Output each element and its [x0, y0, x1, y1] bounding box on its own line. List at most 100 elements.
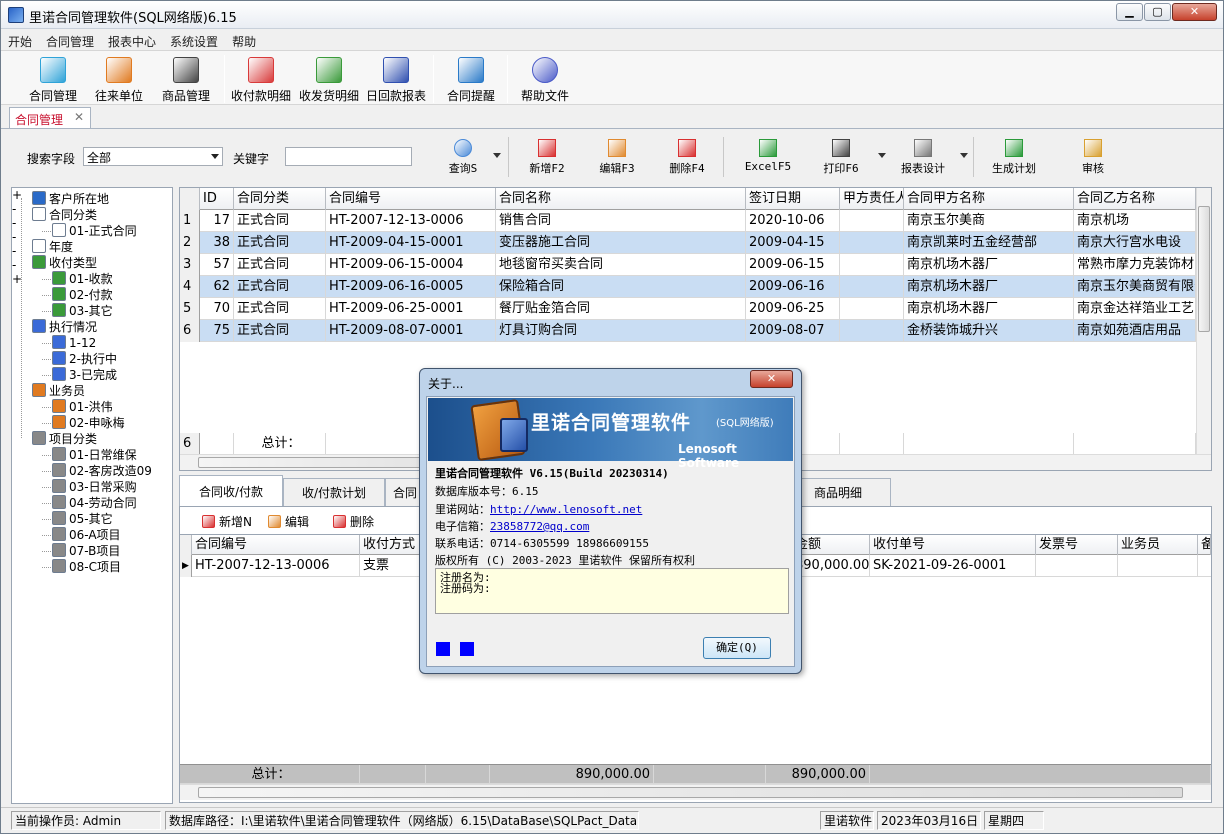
cell-number[interactable]: SK-2021-09-26-0001 — [870, 555, 1036, 577]
cell-name[interactable]: 灯具订购合同 — [496, 320, 746, 342]
tree-node[interactable]: 1-12 — [52, 335, 96, 351]
minimize-button[interactable]: ▁ — [1116, 3, 1143, 21]
add-button[interactable]: 新增F2 — [523, 139, 571, 176]
close-tab-icon[interactable]: ✕ — [74, 110, 84, 124]
delete-button[interactable]: 删除F4 — [663, 139, 711, 176]
horizontal-scrollbar[interactable] — [180, 784, 1211, 800]
tree-node[interactable]: 客户所在地 — [32, 191, 109, 207]
report-design-button[interactable]: 报表设计 — [895, 139, 951, 176]
search-dropdown-icon[interactable] — [493, 153, 501, 158]
column-header-code[interactable]: 合同编号 — [326, 188, 496, 210]
toolbar-contract-button[interactable]: 合同管理 — [19, 55, 87, 104]
cell-code[interactable]: HT-2009-04-15-0001 — [326, 232, 496, 254]
search-button[interactable]: 查询S — [441, 139, 485, 176]
report-design-dropdown-icon[interactable] — [960, 153, 968, 158]
column-header-id[interactable]: ID — [200, 188, 234, 210]
scrollbar-thumb[interactable] — [1198, 206, 1210, 332]
tree-node[interactable]: 合同分类 — [32, 207, 97, 223]
table-row[interactable]: 3 57 正式合同 HT-2009-06-15-0004 地毯窗帘买卖合同 2009-06… — [180, 254, 1196, 276]
cell-type[interactable]: 正式合同 — [234, 298, 326, 320]
column-header-person[interactable]: 甲方责任人 — [840, 188, 904, 210]
toolbar-goods-button[interactable]: 商品管理 — [152, 55, 220, 104]
dialog-close-button[interactable]: ✕ — [750, 370, 793, 388]
tree-node[interactable]: 03-日常采购 — [52, 479, 137, 495]
cell-party_a[interactable]: 南京玉尔美商 — [904, 210, 1074, 232]
tree-node[interactable]: 收付类型 — [32, 255, 97, 271]
cell-party_a[interactable]: 金桥装饰城升兴 — [904, 320, 1074, 342]
tree-node[interactable]: 执行情况 — [32, 319, 97, 335]
cell-id[interactable]: 62 — [200, 276, 234, 298]
tree-node[interactable]: 08-C项目 — [52, 559, 121, 575]
cell-code[interactable]: HT-2009-08-07-0001 — [326, 320, 496, 342]
cell-code[interactable]: HT-2007-12-13-0006 — [192, 555, 360, 577]
menu-contract[interactable]: 合同管理 — [39, 30, 101, 50]
cell-name[interactable]: 餐厅贴金箔合同 — [496, 298, 746, 320]
cell-party_b[interactable]: 南京金达祥箔业工艺品 — [1074, 298, 1196, 320]
print-dropdown-icon[interactable] — [878, 153, 886, 158]
generate-plan-button[interactable]: 生成计划 — [986, 139, 1042, 176]
excel-button[interactable]: ExcelF5 — [739, 139, 797, 173]
tree-node[interactable]: 业务员 — [32, 383, 85, 399]
keyword-input[interactable] — [285, 147, 412, 166]
cell-person[interactable] — [840, 232, 904, 254]
cell-id[interactable]: 57 — [200, 254, 234, 276]
menu-settings[interactable]: 系统设置 — [163, 30, 225, 50]
sub-delete-button[interactable]: 删除 — [333, 513, 374, 530]
print-button[interactable]: 打印F6 — [817, 139, 865, 176]
table-row[interactable]: 4 62 正式合同 HT-2009-06-16-0005 保险箱合同 2009-06-16… — [180, 276, 1196, 298]
column-header-number[interactable]: 收付单号 — [870, 535, 1036, 555]
cell-date[interactable]: 2009-04-15 — [746, 232, 840, 254]
tree-node[interactable]: 02-客房改造09 — [52, 463, 152, 479]
column-header-date[interactable]: 签订日期 — [746, 188, 840, 210]
column-header-method[interactable]: 收付方式 — [360, 535, 426, 555]
toolbar-partner-button[interactable]: 往来单位 — [85, 55, 153, 104]
cell-name[interactable]: 变压器施工合同 — [496, 232, 746, 254]
vertical-scrollbar[interactable] — [1196, 188, 1211, 454]
cell-party_b[interactable]: 南京大行宫水电设 — [1074, 232, 1196, 254]
cell-party_b[interactable]: 南京机场 — [1074, 210, 1196, 232]
cell-code[interactable]: HT-2009-06-15-0004 — [326, 254, 496, 276]
cell-party_b[interactable]: 南京玉尔美商贸有限公 — [1074, 276, 1196, 298]
table-row[interactable]: 1 17 正式合同 HT-2007-12-13-0006 销售合同 2020-10-06 南… — [180, 210, 1196, 232]
close-button[interactable]: ✕ — [1172, 3, 1217, 21]
column-header-party-b[interactable]: 合同乙方名称 — [1074, 188, 1196, 210]
column-header-code[interactable]: 合同编号 — [192, 535, 360, 555]
cell-invoice[interactable] — [1036, 555, 1118, 577]
cell-id[interactable]: 75 — [200, 320, 234, 342]
tree-node[interactable]: 01-正式合同 — [52, 223, 137, 239]
toolbar-help-button[interactable]: 帮助文件 — [511, 55, 579, 104]
search-field-select[interactable]: 全部 — [83, 147, 223, 166]
tree-node[interactable]: 01-日常维保 — [52, 447, 137, 463]
cell-party_b[interactable]: 南京如苑酒店用品 — [1074, 320, 1196, 342]
maximize-button[interactable]: ▢ — [1144, 3, 1171, 21]
cell-type[interactable]: 正式合同 — [234, 210, 326, 232]
table-row[interactable]: 6 75 正式合同 HT-2009-08-07-0001 灯具订购合同 2009-08-0… — [180, 320, 1196, 342]
cell-type[interactable]: 正式合同 — [234, 232, 326, 254]
toolbar-payment-detail-button[interactable]: 收付款明细 — [227, 55, 295, 104]
column-header-party-a[interactable]: 合同甲方名称 — [904, 188, 1074, 210]
cell-person[interactable] — [840, 298, 904, 320]
toolbar-shipping-detail-button[interactable]: 收发货明细 — [295, 55, 363, 104]
cell-person[interactable] — [840, 254, 904, 276]
cell-method[interactable]: 支票 — [360, 555, 426, 577]
category-tree[interactable]: 客户所在地 + 合同分类 -01-正式合同 年度 收付类型 -01-收款 02-付款 03-其它… — [11, 187, 173, 804]
cell-amount[interactable]: 890,000.00 — [792, 555, 870, 577]
cell-name[interactable]: 地毯窗帘买卖合同 — [496, 254, 746, 276]
menu-reports[interactable]: 报表中心 — [101, 30, 163, 50]
tree-node[interactable]: 07-B项目 — [52, 543, 120, 559]
toolbar-daily-report-button[interactable]: 日回款报表 — [362, 55, 430, 104]
cell-person[interactable] — [840, 276, 904, 298]
column-header-amount[interactable]: 金额 — [792, 535, 870, 555]
audit-button[interactable]: 审核 — [1071, 139, 1115, 176]
cell-id[interactable]: 17 — [200, 210, 234, 232]
toolbar-reminder-button[interactable]: 合同提醒 — [437, 55, 505, 104]
cell-party_b[interactable]: 常熟市摩力克装饰材 — [1074, 254, 1196, 276]
tab-payment-plan[interactable]: 收/付款计划 — [283, 478, 385, 506]
tree-node[interactable]: 06-A项目 — [52, 527, 121, 543]
cell-id[interactable]: 70 — [200, 298, 234, 320]
cell-person[interactable] — [840, 320, 904, 342]
cell-date[interactable]: 2009-08-07 — [746, 320, 840, 342]
tree-node[interactable]: 项目分类 — [32, 431, 97, 447]
column-header-salesman[interactable]: 业务员 — [1118, 535, 1198, 555]
tree-node[interactable]: 2-执行中 — [52, 351, 117, 367]
